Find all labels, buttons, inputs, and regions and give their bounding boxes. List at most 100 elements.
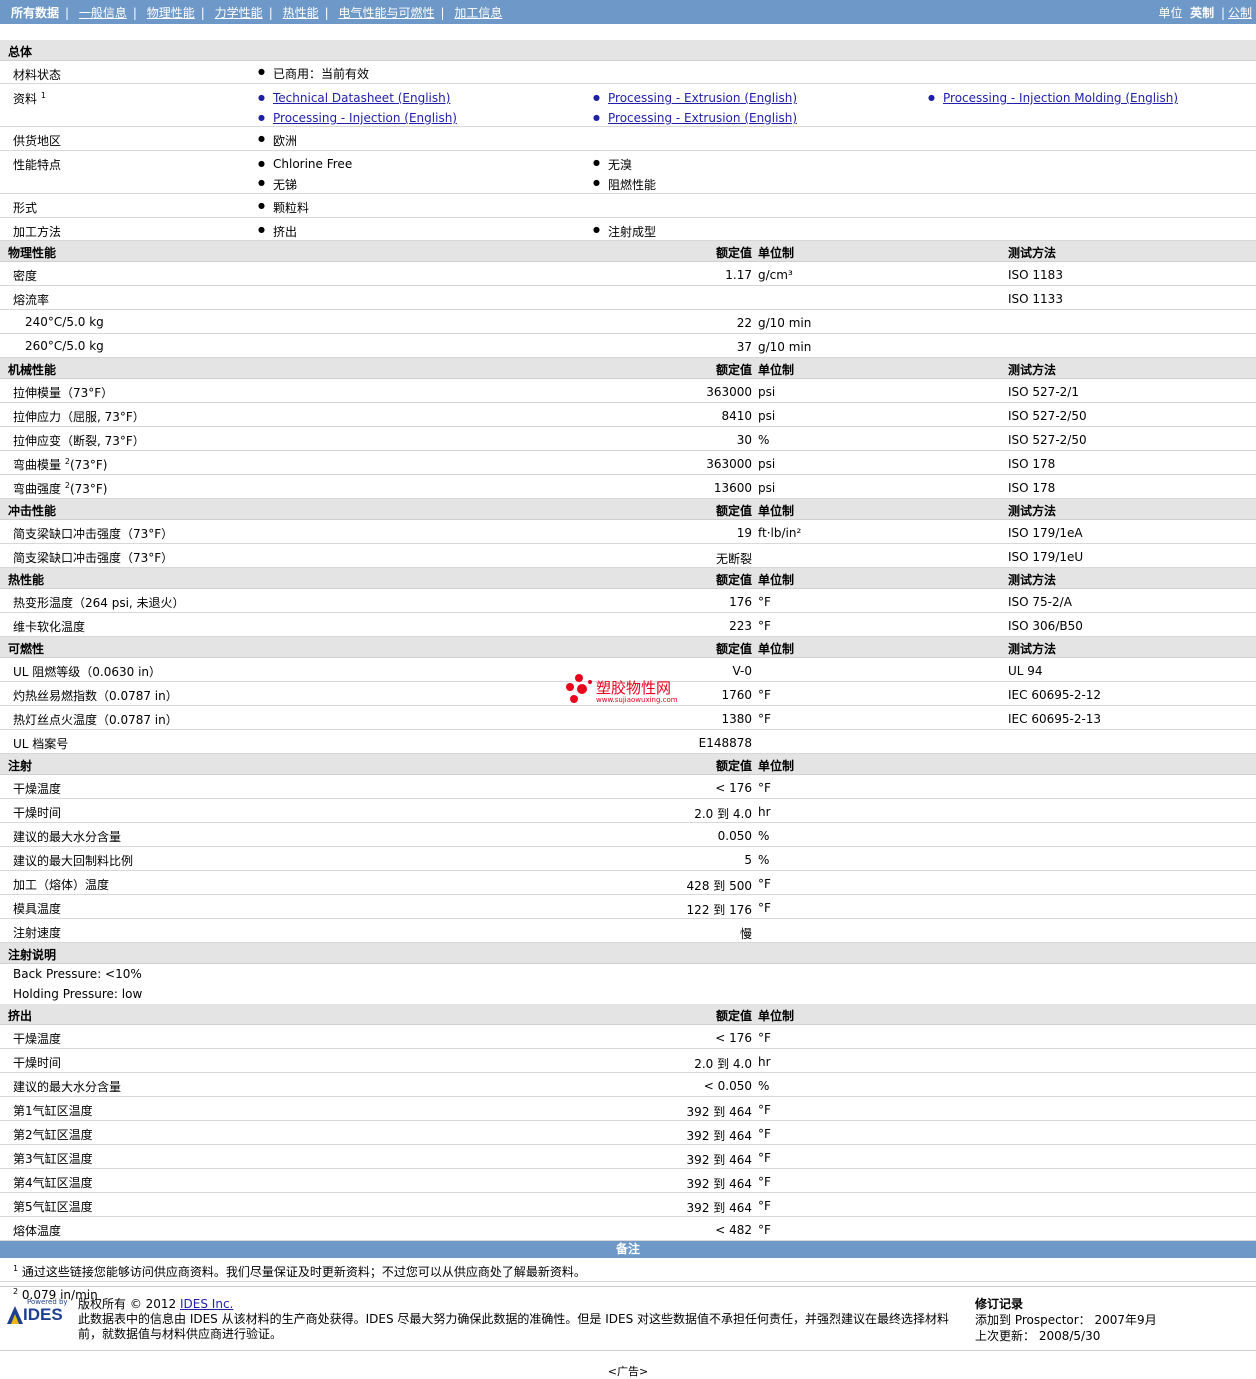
doc-link-extrusion-2[interactable]: Processing - Extrusion (English) <box>593 111 797 125</box>
datasheet: 总体 材料状态 已商用：当前有效 资料 1 Technical Datashee… <box>0 40 1256 1305</box>
list-item: Chlorine Free <box>258 157 352 171</box>
note-text: Holding Pressure: low <box>13 987 143 1001</box>
remark-1: 1 通过这些链接您能够访问供应商资料。我们尽量保证及时更新资料；不过您可以从供应… <box>0 1258 1256 1282</box>
nav-physical[interactable]: 物理性能 <box>147 6 195 20</box>
row-features: 性能特点 Chlorine Free 无溴 无锑 阻燃性能 <box>0 151 1256 194</box>
col-header-unit: 单位制 <box>758 642 795 656</box>
section-title: 热性能 <box>8 573 45 587</box>
row-unit: °F <box>758 1151 771 1165</box>
section-header-impact: 冲击性能 额定值 单位制 测试方法 <box>0 499 1256 520</box>
row-label: 密度 <box>13 269 38 283</box>
table-row: 简支梁缺口冲击强度（73°F） 无断裂 ISO 179/1eU <box>0 544 1256 568</box>
list-item: 欧洲 <box>258 132 297 149</box>
table-row: 干燥时间 2.0 到 4.0 hr <box>0 1049 1256 1073</box>
row-label: UL 阻燃等级（0.0630 in） <box>13 665 162 679</box>
row-test-method: ISO 178 <box>1008 481 1056 495</box>
row-unit: °F <box>758 595 771 609</box>
col-header-value: 额定值 <box>715 642 752 656</box>
section-header-extrusion: 挤出 额定值 单位制 <box>0 1004 1256 1025</box>
ides-swoosh-icon <box>7 1306 23 1324</box>
table-row: 加工（熔体）温度 428 到 500 °F <box>0 871 1256 895</box>
row-test-method: ISO 179/1eU <box>1008 550 1084 564</box>
table-row: 建议的最大水分含量 0.050% <box>0 823 1256 847</box>
nav-general[interactable]: 一般信息 <box>79 6 127 20</box>
col-header-method: 测试方法 <box>1008 246 1057 260</box>
row-value: 2.0 到 4.0 <box>694 807 752 821</box>
row-unit: % <box>758 433 770 447</box>
nav-processing[interactable]: 加工信息 <box>454 6 502 20</box>
nav-electrical[interactable]: 电气性能与可燃性 <box>338 6 434 20</box>
row-value: 慢 <box>739 927 752 941</box>
col-header-method: 测试方法 <box>1008 504 1057 518</box>
unit-switch: 单位 英制 | 公制 <box>1158 6 1252 20</box>
watermark-logo: 塑胶物性网 www.sujiaowuxing.com <box>565 673 678 708</box>
row-unit: % <box>758 829 770 843</box>
row-unit: °F <box>758 712 771 726</box>
col-header-unit: 单位制 <box>758 246 795 260</box>
col-header-unit: 单位制 <box>758 1009 795 1023</box>
unit-english: 英制 <box>1190 6 1215 20</box>
unit-metric-link[interactable]: 公制 <box>1228 6 1252 20</box>
row-label: 建议的最大回制料比例 <box>13 854 134 868</box>
table-row: 拉伸模量（73°F） 363000 psi ISO 527-2/1 <box>0 379 1256 403</box>
row-label: 熔流率 <box>13 293 50 307</box>
row-unit: g/10 min <box>758 340 812 354</box>
row-value: 13600 <box>713 481 752 495</box>
nav-all-data: 所有数据 <box>11 6 60 20</box>
row-test-method: ISO 178 <box>1008 457 1056 471</box>
row-value: 5 <box>744 853 752 867</box>
section-header-injection: 注射 额定值 单位制 <box>0 754 1256 775</box>
ides-link[interactable]: IDES Inc. <box>180 1297 233 1311</box>
watermark-dots-icon <box>566 674 592 703</box>
row-label: 灼热丝易燃指数（0.0787 in） <box>13 689 178 703</box>
footnote-marker: 2 <box>13 1287 19 1296</box>
table-row: 干燥温度 < 176 °F <box>0 1025 1256 1049</box>
table-row: 第3气缸区温度 392 到 464 °F <box>0 1145 1256 1169</box>
table-row: 第1气缸区温度 392 到 464 °F <box>0 1097 1256 1121</box>
row-label: 拉伸应力（屈服, 73°F） <box>13 410 145 424</box>
row-docs: 资料 1 Technical Datasheet (English) Proce… <box>0 84 1256 127</box>
row-value: 392 到 464 <box>686 1129 752 1143</box>
section-title: 可燃性 <box>8 642 45 656</box>
row-label: 供货地区 <box>13 134 62 148</box>
section-title: 注射 <box>8 759 33 773</box>
doc-link-technical-datasheet[interactable]: Technical Datasheet (English) <box>258 91 450 105</box>
nav-thermal[interactable]: 热性能 <box>283 6 319 20</box>
row-value: 122 到 176 <box>686 903 752 917</box>
row-label: 性能特点 <box>13 158 62 172</box>
col-header-method: 测试方法 <box>1008 363 1057 377</box>
row-value: 22 <box>736 316 752 330</box>
list-item: 注射成型 <box>593 223 656 240</box>
row-value: < 0.050 <box>703 1079 752 1093</box>
col-header-value: 额定值 <box>715 573 752 587</box>
row-value: < 482 <box>715 1223 752 1237</box>
row-label: 干燥时间 <box>13 1056 62 1070</box>
list-item: 挤出 <box>258 223 297 240</box>
added-value: 2007年9月 <box>1094 1313 1157 1327</box>
row-label: 干燥时间 <box>13 806 62 820</box>
doc-link-extrusion[interactable]: Processing - Extrusion (English) <box>593 91 797 105</box>
row-unit: psi <box>758 409 776 423</box>
note-line: Back Pressure: <10% <box>0 964 1256 984</box>
row-value: 1.17 <box>725 268 752 282</box>
added-label: 添加到 Prospector： <box>975 1313 1091 1327</box>
table-row: 维卡软化温度 223 °F ISO 306/B50 <box>0 613 1256 637</box>
revision-history: 修订记录 添加到 Prospector： 2007年9月 上次更新： 2008/… <box>975 1296 1157 1344</box>
table-row: 建议的最大回制料比例 5% <box>0 847 1256 871</box>
row-value: 363000 <box>706 457 752 471</box>
row-unit: g/cm³ <box>758 268 793 282</box>
row-region: 供货地区 欧洲 <box>0 127 1256 151</box>
row-unit: °F <box>758 1031 771 1045</box>
row-label: 干燥温度 <box>13 1032 62 1046</box>
doc-link-injection-molding[interactable]: Processing - Injection Molding (English) <box>928 91 1178 105</box>
section-header-physical: 物理性能 额定值 单位制 测试方法 <box>0 241 1256 262</box>
row-value: 37 <box>736 340 752 354</box>
row-value: 1380 <box>721 712 752 726</box>
row-value: 363000 <box>706 385 752 399</box>
row-label: 简支梁缺口冲击强度（73°F） <box>13 551 174 565</box>
note-line: Holding Pressure: low <box>0 984 1256 1004</box>
nav-mechanical[interactable]: 力学性能 <box>215 6 263 20</box>
doc-link-injection[interactable]: Processing - Injection (English) <box>258 111 457 125</box>
disclaimer: 此数据表中的信息由 IDES 从该材料的生产商处获得。IDES 尽最大努力确保此… <box>78 1312 950 1341</box>
list-item: 无锑 <box>258 176 297 193</box>
